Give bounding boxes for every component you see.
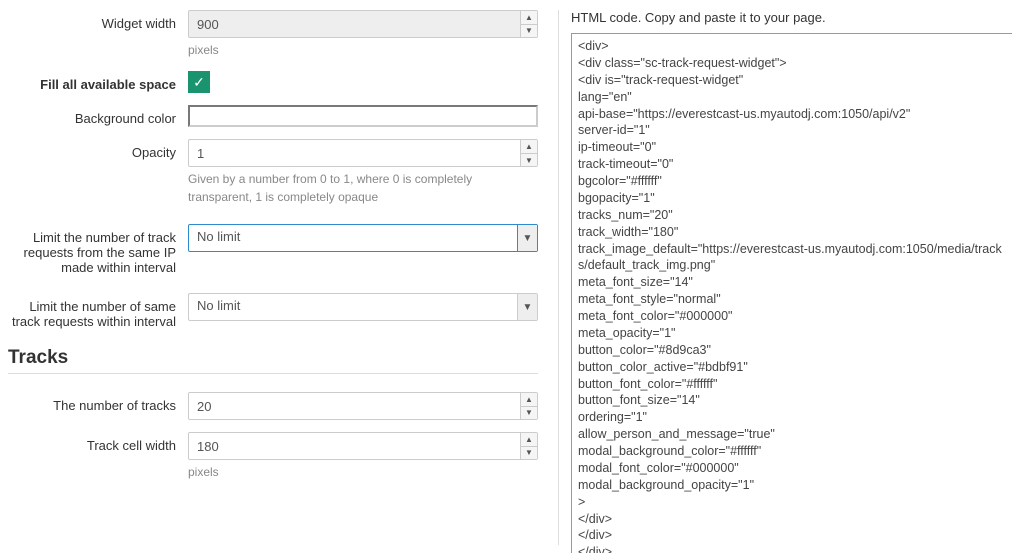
- limit-ip-select[interactable]: No limit ▼: [188, 224, 538, 252]
- widget-width-input[interactable]: [188, 10, 538, 38]
- spinner-down-icon[interactable]: ▼: [521, 25, 537, 38]
- limit-ip-label: Limit the number of track requests from …: [8, 224, 188, 275]
- limit-same-track-value: No limit: [188, 293, 538, 321]
- settings-form: Widget width ▲ ▼ pixels Fill all availab…: [8, 10, 558, 545]
- spinner-down-icon[interactable]: ▼: [521, 407, 537, 420]
- spinner-up-icon[interactable]: ▲: [521, 433, 537, 447]
- bg-color-input[interactable]: [188, 105, 538, 127]
- limit-same-track-label: Limit the number of same track requests …: [8, 293, 188, 329]
- widget-width-help: pixels: [188, 42, 538, 59]
- tracks-section-heading: Tracks: [8, 347, 538, 369]
- check-icon: ✓: [193, 74, 205, 91]
- bg-color-label: Background color: [8, 105, 188, 126]
- spinner-down-icon[interactable]: ▼: [521, 154, 537, 167]
- limit-same-track-select[interactable]: No limit ▼: [188, 293, 538, 321]
- limit-ip-value: No limit: [188, 224, 538, 252]
- opacity-help: Given by a number from 0 to 1, where 0 i…: [188, 171, 538, 206]
- spinner-up-icon[interactable]: ▲: [521, 393, 537, 407]
- section-divider: [8, 373, 538, 374]
- opacity-input[interactable]: [188, 139, 538, 167]
- num-tracks-input[interactable]: [188, 392, 538, 420]
- spinner-down-icon[interactable]: ▼: [521, 447, 537, 460]
- code-panel: HTML code. Copy and paste it to your pag…: [558, 10, 1012, 545]
- spinner-up-icon[interactable]: ▲: [521, 11, 537, 25]
- track-cell-width-input[interactable]: [188, 432, 538, 460]
- spinner-up-icon[interactable]: ▲: [521, 140, 537, 154]
- widget-width-label: Widget width: [8, 10, 188, 31]
- code-description: HTML code. Copy and paste it to your pag…: [571, 10, 1012, 25]
- fill-space-label: Fill all available space: [8, 71, 188, 92]
- opacity-label: Opacity: [8, 139, 188, 160]
- fill-space-checkbox[interactable]: ✓: [188, 71, 210, 93]
- track-cell-width-help: pixels: [188, 464, 538, 481]
- html-code-box[interactable]: <div> <div class="sc-track-request-widge…: [571, 33, 1012, 553]
- track-cell-width-label: Track cell width: [8, 432, 188, 453]
- num-tracks-label: The number of tracks: [8, 392, 188, 413]
